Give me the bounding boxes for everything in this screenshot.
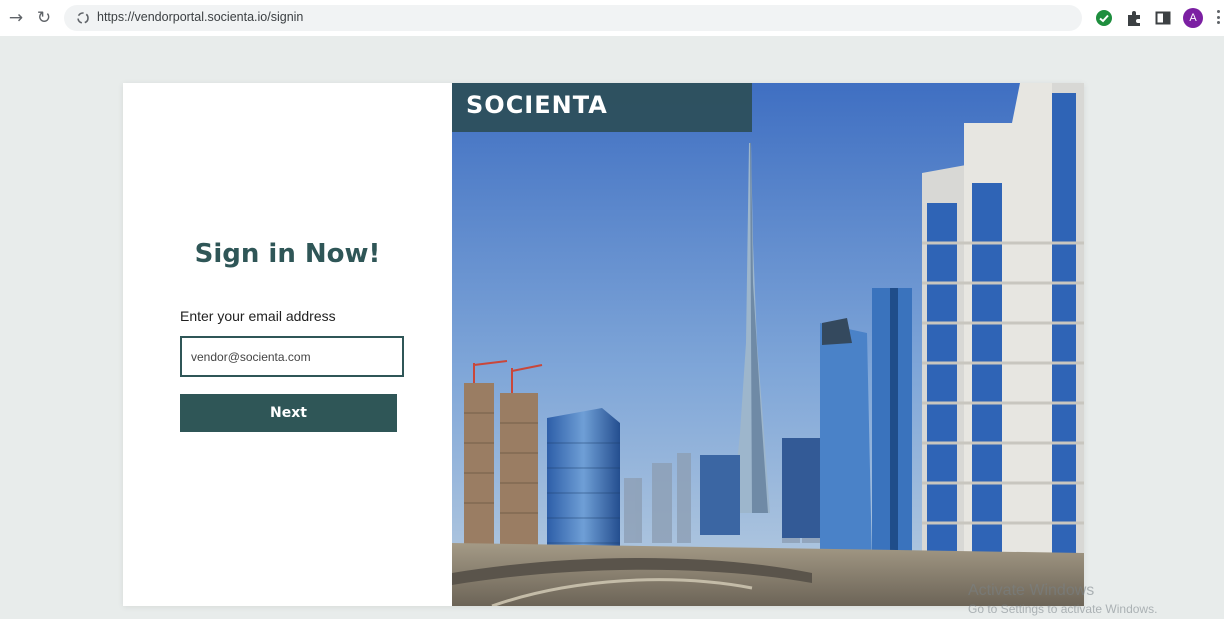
url-text[interactable]: https://vendorportal.socienta.io/signin: [97, 10, 303, 24]
extensions-puzzle-icon[interactable]: [1125, 9, 1143, 27]
menu-kebab-icon[interactable]: [1217, 10, 1221, 26]
site-info-icon[interactable]: [76, 11, 90, 25]
logo-banner: SOCIENTA: [452, 83, 752, 132]
address-bar[interactable]: https://vendorportal.socienta.io/signin: [64, 5, 1082, 31]
socienta-logo: SOCIENTA: [466, 91, 608, 119]
side-panel-icon[interactable]: [1154, 9, 1172, 27]
back-icon[interactable]: →: [6, 8, 26, 28]
profile-avatar[interactable]: A: [1183, 8, 1203, 28]
watermark-line-1: Activate Windows: [968, 582, 1095, 599]
email-field[interactable]: [180, 336, 404, 377]
watermark-line-2: Go to Settings to activate Windows.: [968, 602, 1158, 616]
page-title: Sign in Now!: [194, 239, 381, 269]
windows-activation-watermark: Activate Windows Go to Settings to activ…: [968, 582, 1157, 616]
signin-form: Sign in Now! Enter your email address Ne…: [123, 83, 452, 606]
email-label: Enter your email address: [180, 308, 336, 324]
city-skyline-image: SOCIENTA: [452, 83, 1084, 606]
browser-toolbar: → ↻ https://vendorportal.socienta.io/sig…: [0, 0, 1224, 36]
skyline-illustration: [452, 83, 1084, 606]
signin-card: Sign in Now! Enter your email address Ne…: [123, 83, 1084, 606]
next-button[interactable]: Next: [180, 394, 397, 432]
reload-icon[interactable]: ↻: [34, 8, 54, 28]
extension-check-icon[interactable]: [1095, 9, 1113, 27]
